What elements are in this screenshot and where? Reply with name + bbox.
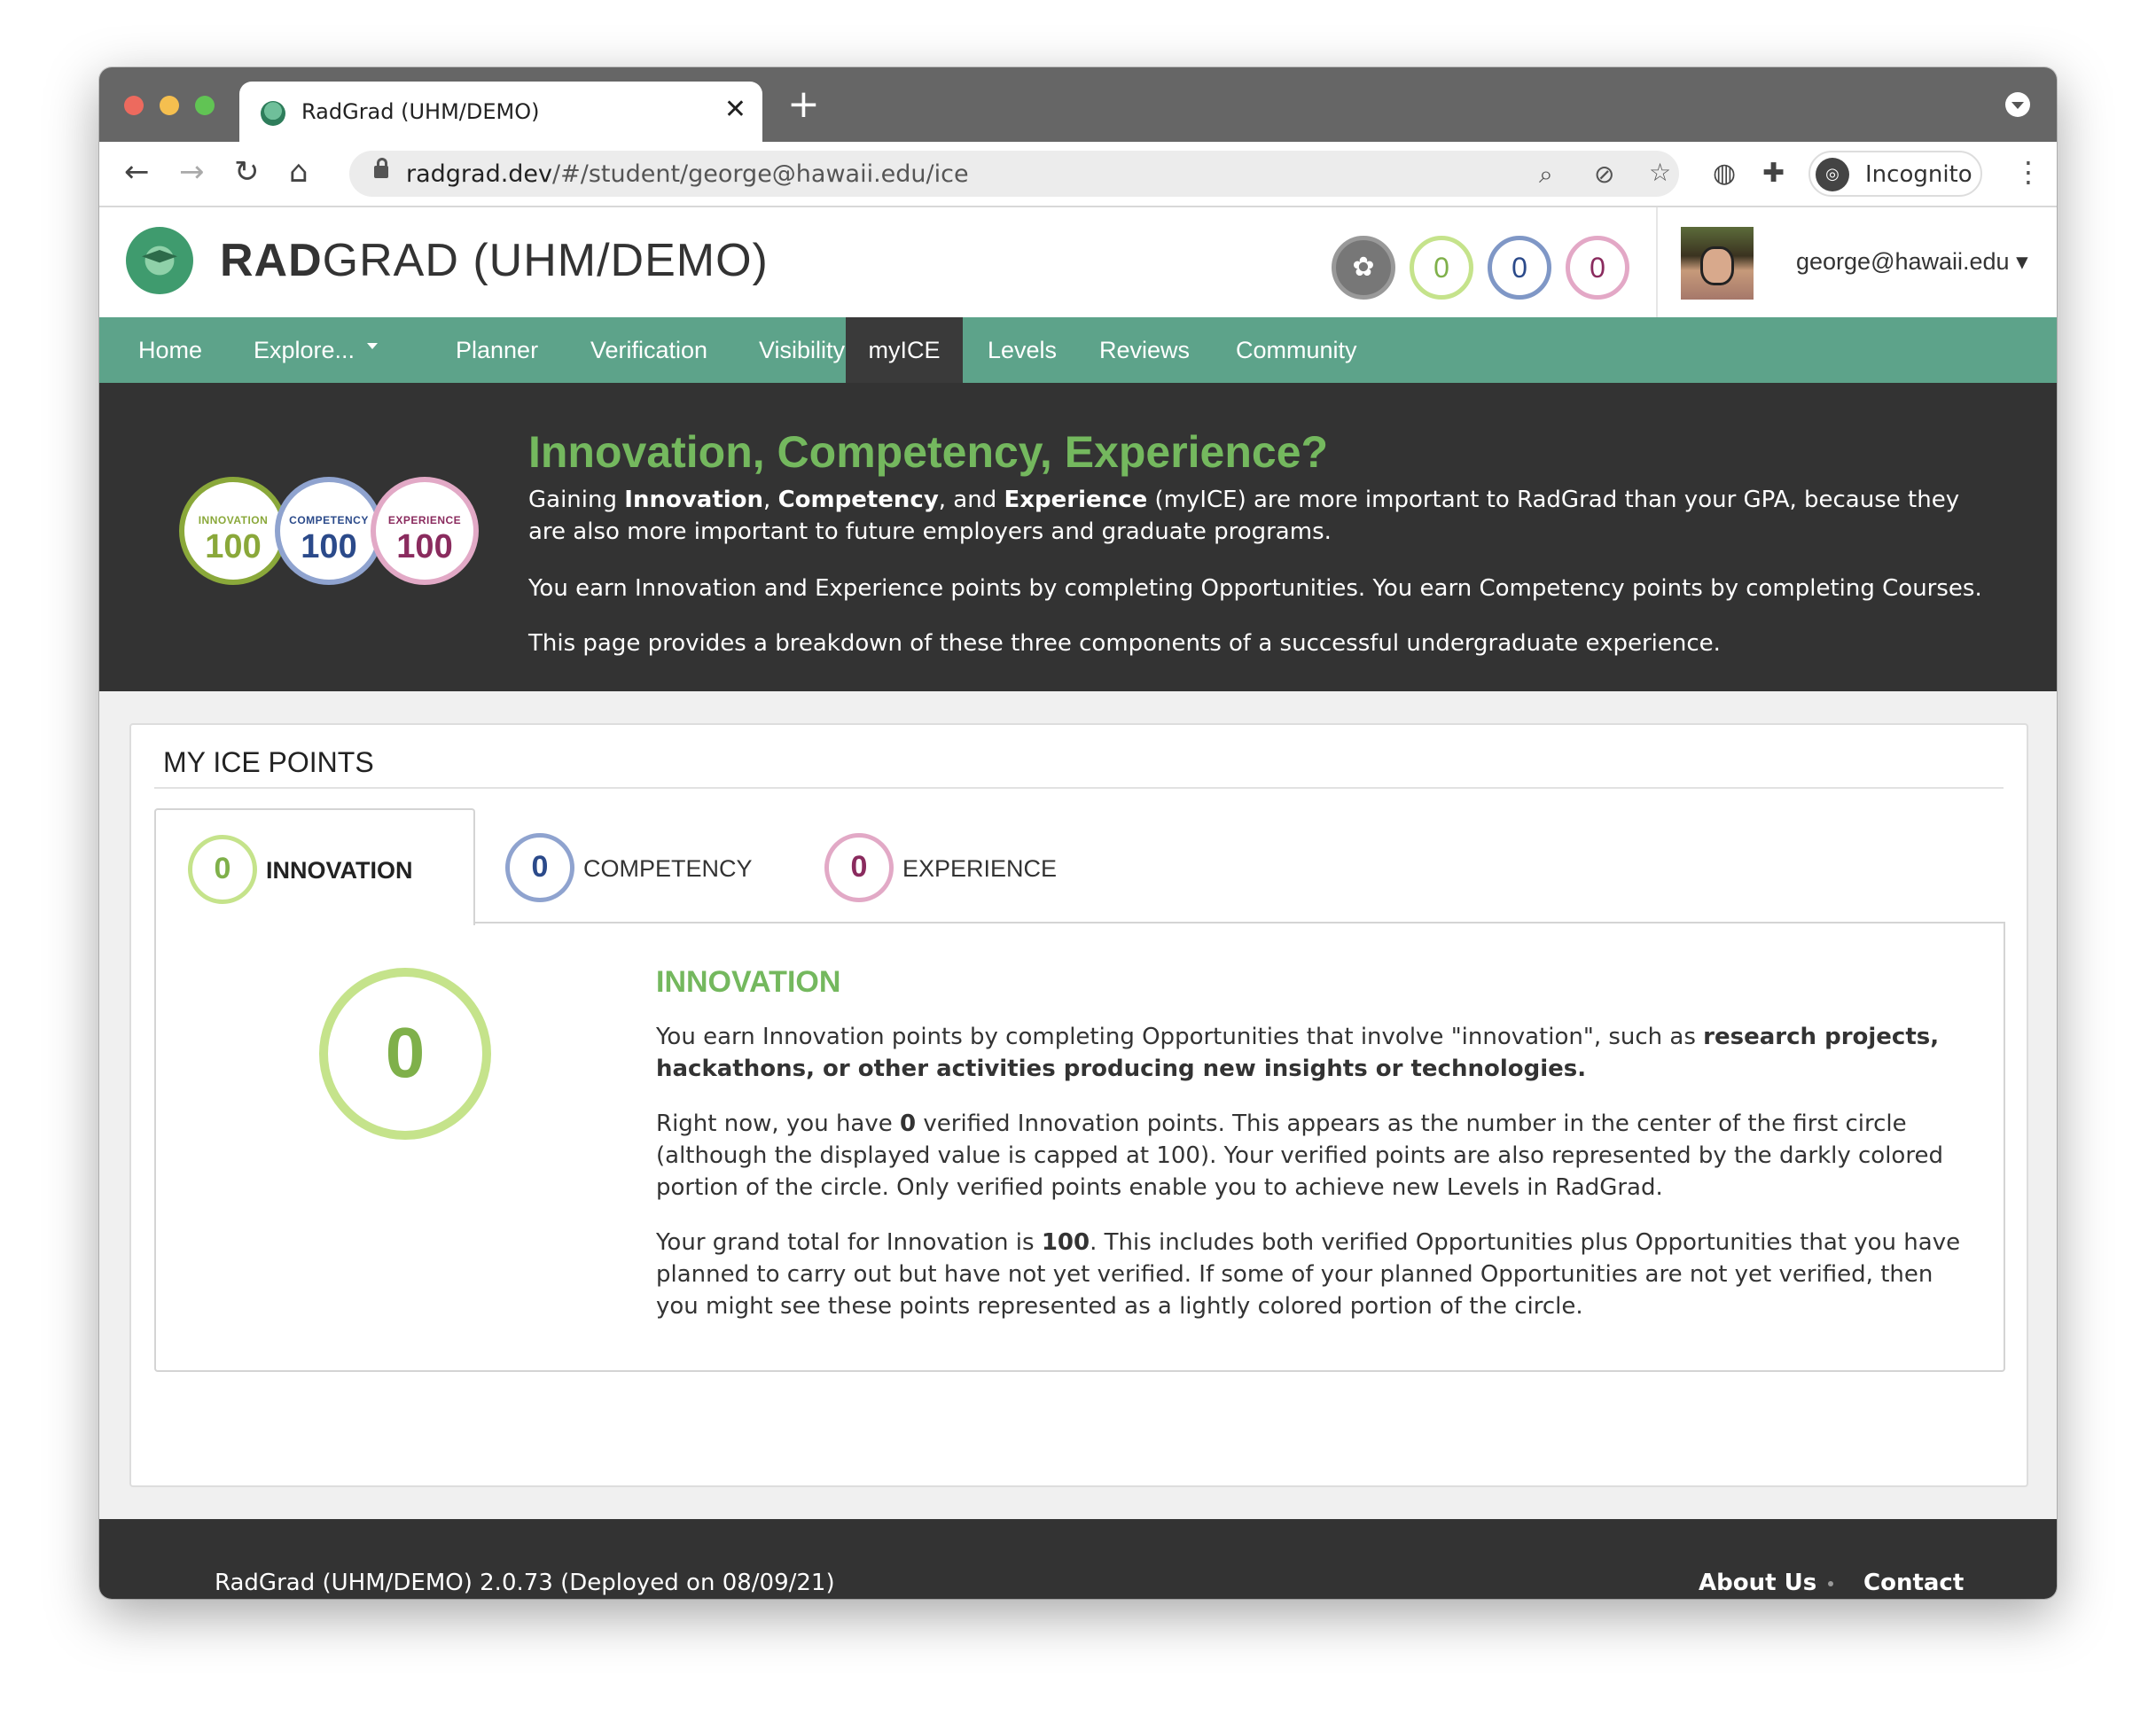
innovation-tab-label: INNOVATION [266,857,413,884]
avatar[interactable] [1681,227,1754,300]
main-nav: Home Explore... Planner Verification Vis… [99,317,2057,383]
competency-badge-value: 100 [301,528,357,565]
flower-badge-icon[interactable]: ✿ [1332,236,1395,300]
competency-tab-ring: 0 [505,833,574,902]
section-title: INNOVATION [656,965,841,999]
incognito-icon: ◎ [1816,158,1849,191]
incognito-label: Incognito [1865,161,1972,188]
nav-levels[interactable]: Levels [963,317,1082,383]
zoom-icon[interactable]: ⌕ [1539,160,1553,190]
footer-separator [1828,1581,1833,1586]
browser-tab[interactable]: RadGrad (UHM/DEMO) ✕ [239,82,762,142]
header-experience-ring[interactable]: 0 [1566,236,1629,300]
competency-badge: COMPETENCY 100 [275,477,383,585]
radgrad-logo-icon[interactable] [126,227,193,294]
favicon-icon [261,101,285,126]
experience-tab-ring: 0 [824,833,894,902]
nav-explore[interactable]: Explore... [229,317,402,383]
innovation-paragraph-3: Your grand total for Innovation is 100. … [656,1229,1961,1320]
header-divider [1656,207,1658,317]
reload-icon[interactable]: ↻ [234,154,260,190]
close-window-button[interactable] [124,96,144,115]
home-icon[interactable]: ⌂ [289,154,309,190]
zoom-window-button[interactable] [195,96,215,115]
browser-tab-strip: RadGrad (UHM/DEMO) ✕ + [99,67,2057,142]
nav-planner[interactable]: Planner [431,317,563,383]
innovation-badge-label: INNOVATION [198,514,269,526]
hero-paragraph-1: Gaining Innovation, Competency, and Expe… [528,487,1960,545]
user-dropdown[interactable]: george@hawaii.edu ▾ [1796,246,2028,277]
hero-paragraph-3: This page provides a breakdown of these … [528,630,1721,657]
site-title[interactable]: RADGRAD (UHM/DEMO) [220,232,769,289]
tab-title: RadGrad (UHM/DEMO) [301,99,540,124]
innovation-tab-pane: 0 INNOVATION You earn Innovation points … [154,922,2005,1372]
hero-title: Innovation, Competency, Experience? [528,427,1329,477]
innovation-points-ring: 0 [319,968,491,1140]
new-tab-button[interactable]: + [787,85,820,124]
tab-competency[interactable]: 0 COMPETENCY [505,833,753,904]
eye-slash-icon[interactable]: ⊘ [1594,160,1614,190]
myice-hero: INNOVATION 100 COMPETENCY 100 EXPERIENCE… [99,383,2057,691]
header-competency-ring[interactable]: 0 [1488,236,1551,300]
url-text[interactable]: radgrad.dev/#/student/george@hawaii.edu/… [406,160,969,190]
version-text: RadGrad (UHM/DEMO) 2.0.73 (Deployed on 0… [215,1570,835,1596]
tab-innovation[interactable]: 0 INNOVATION [154,808,475,925]
experience-badge-label: EXPERIENCE [387,514,462,526]
ice-points-panel: MY ICE POINTS 0 INNOVATION 0 COMPETENCY … [129,723,2028,1487]
header-innovation-ring[interactable]: 0 [1410,236,1473,300]
panel-title: MY ICE POINTS [163,746,374,778]
back-arrow-icon[interactable]: ← [124,154,150,190]
innovation-tab-ring: 0 [188,835,257,904]
innovation-paragraph-1: You earn Innovation points by completing… [656,1024,1940,1082]
browser-menu-icon[interactable]: ⋮ [2014,154,2043,190]
tab-search-icon[interactable] [2005,92,2030,117]
innovation-badge: INNOVATION 100 [179,477,287,585]
password-manager-icon[interactable]: ◍ [1713,158,1736,190]
experience-badge: EXPERIENCE 100 [371,477,479,585]
tab-close-icon[interactable]: ✕ [724,94,746,126]
lock-icon[interactable] [374,158,388,178]
browser-window: RadGrad (UHM/DEMO) ✕ + ← → ↻ ⌂ radgrad.d… [99,67,2057,1599]
chevron-down-icon [367,343,379,350]
tab-experience[interactable]: 0 EXPERIENCE [824,833,1058,904]
minimize-window-button[interactable] [160,96,179,115]
browser-toolbar: ← → ↻ ⌂ radgrad.dev/#/student/george@haw… [99,142,2057,207]
ice-tabs: 0 INNOVATION 0 COMPETENCY 0 EXPERIENCE 0… [154,808,2005,1468]
address-bar[interactable]: radgrad.dev/#/student/george@hawaii.edu/… [349,151,1679,197]
innovation-badge-value: 100 [205,528,262,565]
experience-badge-value: 100 [396,528,453,565]
site-footer: RadGrad (UHM/DEMO) 2.0.73 (Deployed on 0… [99,1519,2057,1599]
site-header: RADGRAD (UHM/DEMO) ✿ 0 0 0 george@hawaii… [99,207,2057,317]
nav-verification[interactable]: Verification [566,317,732,383]
nav-myice[interactable]: myICE [846,317,963,383]
forward-arrow-icon[interactable]: → [179,154,205,190]
incognito-indicator[interactable]: ◎ Incognito [1808,151,1982,197]
hero-paragraph-2: You earn Innovation and Experience point… [528,575,1982,602]
extensions-puzzle-icon[interactable]: ✚ [1762,158,1785,190]
nav-community[interactable]: Community [1211,317,1382,383]
about-us-link[interactable]: About Us [1699,1567,1816,1599]
divider [154,787,2004,789]
contact-link[interactable]: Contact [1863,1567,1964,1599]
nav-home[interactable]: Home [113,317,227,383]
experience-tab-label: EXPERIENCE [902,855,1058,882]
competency-badge-label: COMPETENCY [289,514,369,526]
bookmark-star-icon[interactable]: ☆ [1649,158,1671,188]
competency-tab-label: COMPETENCY [583,855,753,882]
nav-reviews[interactable]: Reviews [1074,317,1215,383]
innovation-paragraph-2: Right now, you have 0 verified Innovatio… [656,1110,1943,1201]
